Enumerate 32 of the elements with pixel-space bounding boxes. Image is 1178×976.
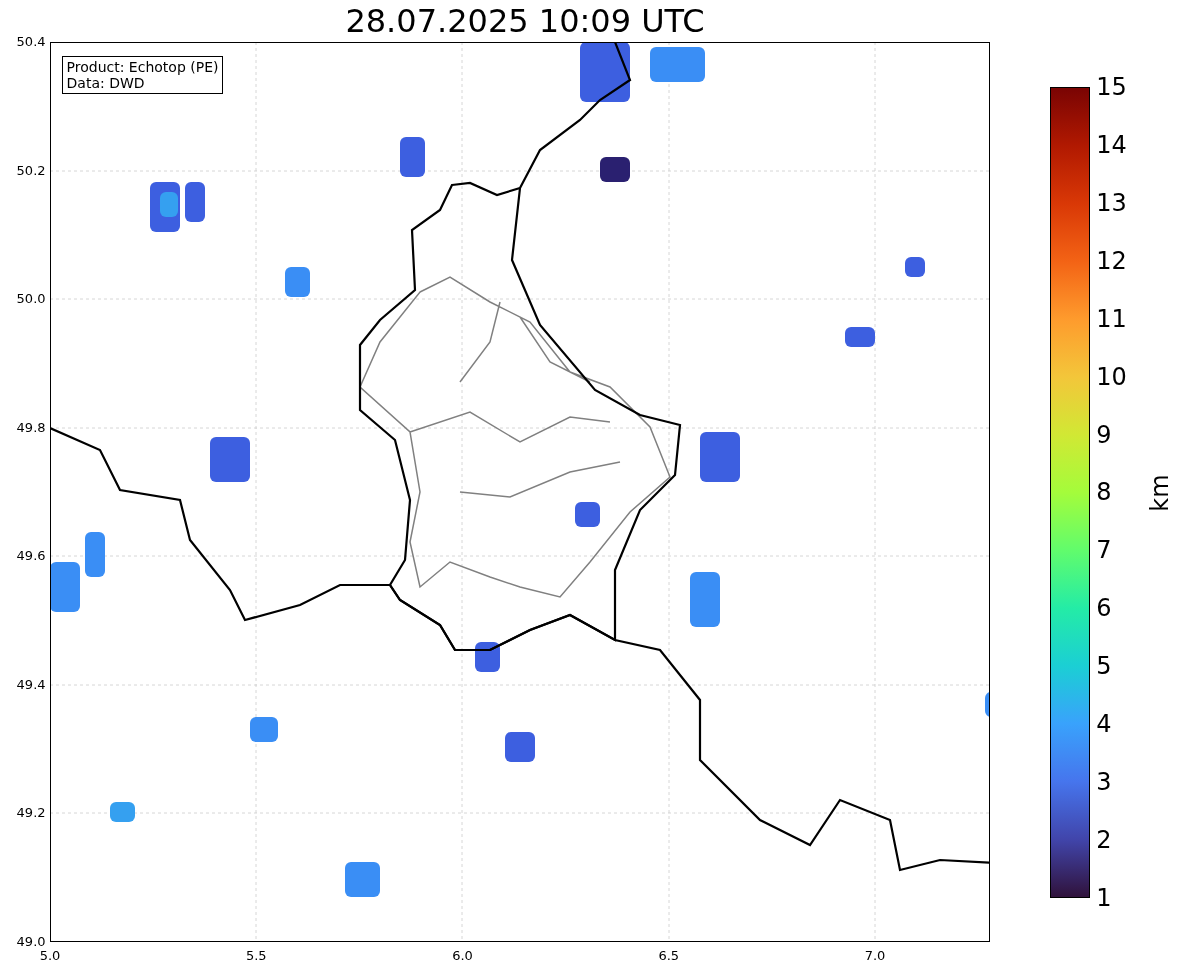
colorbar-tick-label: 4: [1096, 709, 1113, 740]
colorbar-tick-label: 15: [1096, 72, 1127, 102]
colorbar-tick-label: 10: [1096, 361, 1127, 392]
x-tick-label: 5.0: [38, 948, 62, 964]
colorbar-tick-label: 9: [1096, 419, 1113, 450]
y-tick-label: 49.6: [16, 548, 46, 565]
colorbar-tick-label: 7: [1096, 535, 1113, 566]
y-tick-label: 49.0: [16, 933, 46, 950]
colorbar-tick-label: 13: [1096, 187, 1127, 218]
y-tick-label: 50.2: [16, 162, 46, 179]
colorbar-tick-label: 5: [1096, 651, 1113, 682]
legend-text: Product: Echotop (PE): [66, 59, 219, 75]
y-tick-label: 50.4: [16, 34, 46, 50]
colorbar-tick-label: 6: [1096, 593, 1113, 624]
legend-text: Data: DWD: [66, 75, 146, 91]
y-tick-label: 49.4: [16, 676, 46, 693]
colorbar-tick-label: 14: [1096, 129, 1127, 160]
y-tick-label: 49.8: [16, 419, 46, 436]
chart-title: 28.07.2025 10:09 UTC: [345, 4, 705, 38]
y-tick-label: 49.2: [16, 805, 46, 822]
colorbar-tick-label: 8: [1096, 477, 1113, 508]
x-tick-label: 6.5: [657, 948, 681, 964]
x-tick-label: 5.5: [244, 948, 268, 964]
colorbar-tick-label: 12: [1096, 245, 1127, 276]
colorbar-tick-label: 1: [1096, 882, 1113, 913]
x-tick-label: 7.0: [863, 948, 887, 964]
colorbar-label: km: [1145, 473, 1174, 512]
colorbar-tick-label: 2: [1096, 825, 1113, 855]
colorbar-tick-label: 3: [1096, 767, 1113, 798]
x-tick-label: 6.0: [451, 948, 474, 964]
colorbar-tick-label: 11: [1096, 303, 1127, 334]
y-tick-label: 50.0: [16, 291, 46, 308]
